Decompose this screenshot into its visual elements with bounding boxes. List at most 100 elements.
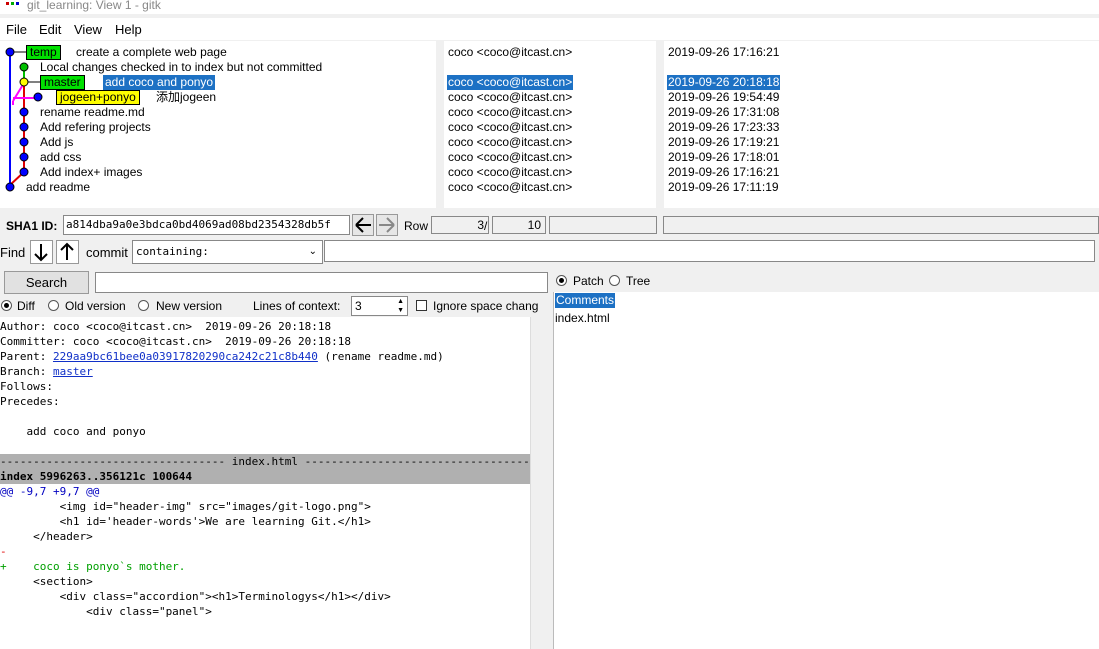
- diff-radio-label: Diff: [17, 299, 35, 313]
- diff-radio[interactable]: [1, 300, 12, 311]
- commit-author[interactable]: coco <coco@itcast.cn>: [448, 90, 572, 105]
- commit-date[interactable]: 2019-09-26 17:31:08: [668, 105, 779, 120]
- commit-node: [5, 47, 15, 57]
- committer-line: Committer: coco <coco@itcast.cn> 2019-09…: [0, 335, 351, 348]
- commit-subject-selected[interactable]: add coco and ponyo: [103, 75, 216, 90]
- tree-label: Tree: [626, 274, 651, 288]
- context-value: 3: [355, 299, 362, 313]
- app-icon-dot: [16, 2, 19, 5]
- diff-line: <section>: [0, 575, 93, 588]
- commit-node: [5, 182, 15, 192]
- status-field: [663, 216, 1099, 234]
- index-line: index 5996263..356121c 100644: [0, 469, 530, 484]
- new-version-label: New version: [156, 299, 223, 313]
- follows-line: Follows:: [0, 380, 53, 393]
- precedes-line: Precedes:: [0, 395, 60, 408]
- arrow-down-icon: [34, 244, 48, 262]
- tree-radio[interactable]: [609, 275, 620, 286]
- file-list-item-comments[interactable]: Comments: [555, 293, 616, 308]
- old-version-radio[interactable]: [48, 300, 59, 311]
- new-version-radio[interactable]: [138, 300, 149, 311]
- find-down-button[interactable]: [30, 240, 53, 264]
- find-type-select[interactable]: containing: ⌄: [132, 240, 323, 264]
- forward-button[interactable]: [376, 214, 398, 236]
- tag-temp[interactable]: temp: [26, 45, 61, 60]
- menu-edit[interactable]: Edit: [39, 22, 61, 37]
- parent-link[interactable]: 229aa9bc61bee0a03917820290ca242c21c8b440: [53, 350, 318, 363]
- commit-message: add coco and ponyo: [0, 425, 146, 438]
- context-label: Lines of context:: [253, 299, 341, 313]
- commit-date[interactable]: 2019-09-26 17:16:21: [668, 45, 779, 60]
- diff-line: </header>: [0, 530, 93, 543]
- commit-author[interactable]: coco <coco@itcast.cn>: [448, 120, 572, 135]
- date-pane[interactable]: 2019-09-26 17:16:21 2019-09-26 20:18:18 …: [664, 41, 1099, 208]
- window-title: git_learning: View 1 - gitk: [27, 0, 161, 12]
- commit-node: [19, 77, 29, 87]
- commit-node: [19, 152, 29, 162]
- commit-date[interactable]: 2019-09-26 17:19:21: [668, 135, 779, 150]
- commit-subject[interactable]: create a complete web page: [76, 45, 227, 60]
- commit-graph-pane[interactable]: temp master jogeen+ponyo create a comple…: [0, 41, 436, 208]
- find-label: Find: [0, 245, 26, 260]
- find-type-value: containing:: [136, 245, 209, 258]
- search-input[interactable]: [95, 272, 548, 293]
- commit-date[interactable]: 2019-09-26 17:18:01: [668, 150, 779, 165]
- commit-subject[interactable]: Add index+ images: [40, 165, 142, 180]
- commit-node: [19, 167, 29, 177]
- find-mode-label: commit: [86, 245, 128, 260]
- find-up-button[interactable]: [56, 240, 79, 264]
- patch-radio[interactable]: [556, 275, 567, 286]
- menu-help[interactable]: Help: [115, 22, 142, 37]
- context-spinbox[interactable]: 3 ▲ ▼: [351, 296, 408, 316]
- old-version-label: Old version: [65, 299, 126, 313]
- menu-view[interactable]: View: [74, 22, 102, 37]
- commit-date[interactable]: 2019-09-26 17:16:21: [668, 165, 779, 180]
- commit-author[interactable]: coco <coco@itcast.cn>: [448, 45, 572, 60]
- ignore-space-checkbox[interactable]: [416, 300, 427, 311]
- author-pane[interactable]: coco <coco@itcast.cn> coco <coco@itcast.…: [444, 41, 656, 208]
- commit-subject[interactable]: Add js: [40, 135, 73, 150]
- commit-date[interactable]: 2019-09-26 17:11:19: [668, 180, 779, 195]
- tag-jogeen-ponyo[interactable]: jogeen+ponyo: [56, 90, 140, 105]
- ignore-space-label: Ignore space chang: [433, 299, 539, 313]
- commit-author[interactable]: coco <coco@itcast.cn>: [448, 165, 572, 180]
- commit-date[interactable]: 2019-09-26 19:54:49: [668, 90, 779, 105]
- commit-node: [19, 137, 29, 147]
- back-button[interactable]: [352, 214, 374, 236]
- commit-author[interactable]: coco <coco@itcast.cn>: [448, 135, 572, 150]
- progress-bar: [549, 216, 657, 234]
- search-button[interactable]: Search: [4, 271, 89, 294]
- sha-input[interactable]: a814dba9a0e3bdca0bd4069ad08bd2354328db5f: [63, 215, 350, 235]
- commit-subject[interactable]: add readme: [26, 180, 90, 195]
- file-list-pane[interactable]: Comments index.html: [553, 292, 1099, 649]
- chevron-down-icon: ⌄: [308, 246, 317, 257]
- find-input[interactable]: [324, 240, 1095, 262]
- diff-line-added: + coco is ponyo`s mother.: [0, 560, 186, 573]
- commit-author[interactable]: coco <coco@itcast.cn>: [448, 150, 572, 165]
- author-line: Author: coco <coco@itcast.cn> 2019-09-26…: [0, 320, 332, 333]
- spin-arrows-icon[interactable]: ▲ ▼: [397, 297, 404, 315]
- commit-author[interactable]: coco <coco@itcast.cn>: [448, 105, 572, 120]
- commit-node: [33, 92, 43, 102]
- commit-author[interactable]: coco <coco@itcast.cn>: [448, 180, 572, 195]
- diff-pane[interactable]: Author: coco <coco@itcast.cn> 2019-09-26…: [0, 317, 530, 649]
- diff-line: <h1 id='header-words'>We are learning Gi…: [0, 515, 371, 528]
- arrow-up-icon: [60, 242, 74, 260]
- commit-date[interactable]: 2019-09-26 17:23:33: [668, 120, 779, 135]
- commit-author-selected[interactable]: coco <coco@itcast.cn>: [447, 75, 574, 90]
- row-separator: /: [484, 219, 488, 233]
- commit-subject[interactable]: Add refering projects: [40, 120, 151, 135]
- branch-line: Branch: master: [0, 365, 93, 378]
- commit-subject[interactable]: rename readme.md: [40, 105, 145, 120]
- commit-date-selected[interactable]: 2019-09-26 20:18:18: [667, 75, 781, 90]
- commit-node: [19, 122, 29, 132]
- hunk-header: @@ -9,7 +9,7 @@: [0, 485, 100, 498]
- menu-file[interactable]: File: [6, 22, 27, 37]
- branch-link[interactable]: master: [53, 365, 93, 378]
- file-list-item[interactable]: index.html: [555, 311, 610, 326]
- diff-scrollbar[interactable]: [530, 317, 553, 649]
- commit-subject[interactable]: Local changes checked in to index but no…: [40, 60, 322, 75]
- tag-master[interactable]: master: [40, 75, 85, 90]
- commit-subject[interactable]: 添加jogeen: [156, 90, 216, 105]
- commit-subject[interactable]: add css: [40, 150, 81, 165]
